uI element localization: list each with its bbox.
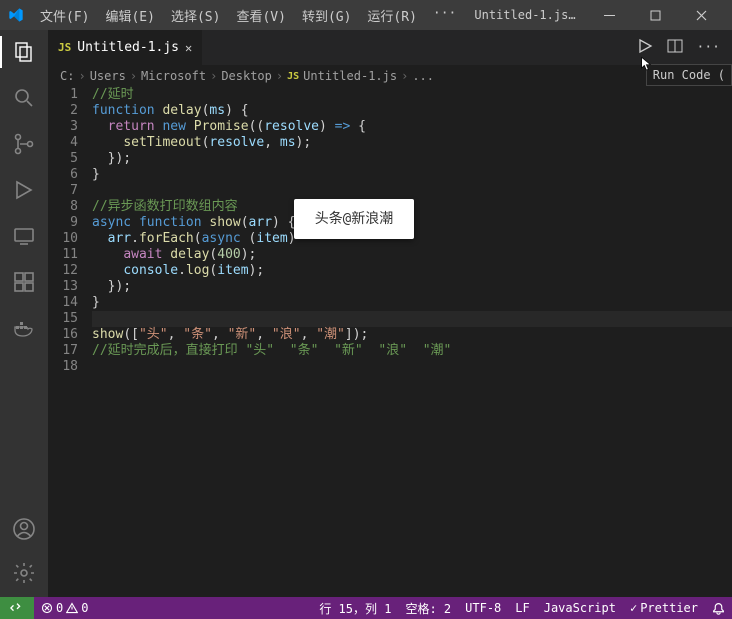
title-bar: 文件(F) 编辑(E) 选择(S) 查看(V) 转到(G) 运行(R) ··· … bbox=[0, 0, 732, 30]
status-cursor-position[interactable]: 行 15，列 1 bbox=[312, 600, 398, 617]
status-eol[interactable]: LF bbox=[508, 601, 536, 615]
tab-strip: JS Untitled-1.js ✕ ··· Run Code ( bbox=[48, 30, 732, 65]
tab-close-icon[interactable]: ✕ bbox=[185, 41, 192, 55]
window-title: Untitled-1.js - Visual Studio Co... bbox=[468, 8, 582, 22]
breadcrumb-seg[interactable]: Users bbox=[90, 69, 126, 83]
status-bar: 0 0 行 15，列 1 空格: 2 UTF-8 LF JavaScript ✓… bbox=[0, 597, 732, 619]
line-number-gutter: 123456789101112131415161718 bbox=[48, 87, 92, 597]
menu-edit[interactable]: 编辑(E) bbox=[97, 2, 162, 29]
tab-untitled-1[interactable]: JS Untitled-1.js ✕ bbox=[48, 30, 203, 65]
status-notifications-icon[interactable] bbox=[705, 602, 732, 615]
breadcrumb-seg[interactable]: ... bbox=[412, 69, 434, 83]
more-actions-icon[interactable]: ··· bbox=[697, 40, 720, 55]
status-problems[interactable]: 0 0 bbox=[34, 601, 95, 615]
breadcrumb-seg[interactable]: C: bbox=[60, 69, 74, 83]
remote-indicator-icon[interactable] bbox=[0, 597, 34, 619]
account-icon[interactable] bbox=[12, 517, 36, 541]
extensions-icon[interactable] bbox=[12, 270, 36, 294]
watermark-overlay: 头条@新浪潮 bbox=[294, 199, 414, 239]
status-prettier[interactable]: ✓ Prettier bbox=[623, 601, 705, 615]
docker-icon[interactable] bbox=[12, 316, 36, 340]
editor-group: JS Untitled-1.js ✕ ··· Run Code ( C:› Us… bbox=[48, 30, 732, 597]
run-debug-icon[interactable] bbox=[12, 178, 36, 202]
js-file-icon: JS bbox=[58, 41, 71, 54]
breadcrumb-seg[interactable]: Desktop bbox=[221, 69, 272, 83]
vscode-logo-icon bbox=[8, 7, 24, 23]
menu-bar: 文件(F) 编辑(E) 选择(S) 查看(V) 转到(G) 运行(R) ··· bbox=[32, 2, 464, 29]
split-editor-icon[interactable] bbox=[667, 38, 683, 58]
code-lines[interactable]: //延时function delay(ms) { return new Prom… bbox=[92, 87, 732, 597]
tab-label: Untitled-1.js bbox=[77, 40, 179, 55]
close-icon[interactable] bbox=[678, 0, 724, 30]
activity-bar bbox=[0, 30, 48, 597]
run-code-icon[interactable] bbox=[637, 38, 653, 58]
minimize-icon[interactable] bbox=[586, 0, 632, 30]
code-editor[interactable]: 123456789101112131415161718 //延时function… bbox=[48, 87, 732, 597]
status-encoding[interactable]: UTF-8 bbox=[458, 601, 508, 615]
source-control-icon[interactable] bbox=[12, 132, 36, 156]
menu-overflow[interactable]: ··· bbox=[425, 2, 464, 29]
explorer-icon[interactable] bbox=[12, 40, 36, 64]
breadcrumb-seg[interactable]: Untitled-1.js bbox=[303, 69, 397, 83]
menu-selection[interactable]: 选择(S) bbox=[163, 2, 228, 29]
remote-explorer-icon[interactable] bbox=[12, 224, 36, 248]
status-indentation[interactable]: 空格: 2 bbox=[398, 600, 458, 617]
run-code-tooltip: Run Code ( bbox=[646, 64, 732, 86]
menu-view[interactable]: 查看(V) bbox=[228, 2, 293, 29]
status-language[interactable]: JavaScript bbox=[537, 601, 623, 615]
settings-gear-icon[interactable] bbox=[12, 561, 36, 585]
menu-file[interactable]: 文件(F) bbox=[32, 2, 97, 29]
breadcrumb-seg[interactable]: Microsoft bbox=[141, 69, 206, 83]
maximize-icon[interactable] bbox=[632, 0, 678, 30]
menu-run[interactable]: 运行(R) bbox=[359, 2, 424, 29]
breadcrumb[interactable]: C:› Users› Microsoft› Desktop› JS Untitl… bbox=[48, 65, 732, 87]
menu-goto[interactable]: 转到(G) bbox=[294, 2, 359, 29]
js-file-icon: JS bbox=[287, 71, 299, 82]
search-icon[interactable] bbox=[12, 86, 36, 110]
